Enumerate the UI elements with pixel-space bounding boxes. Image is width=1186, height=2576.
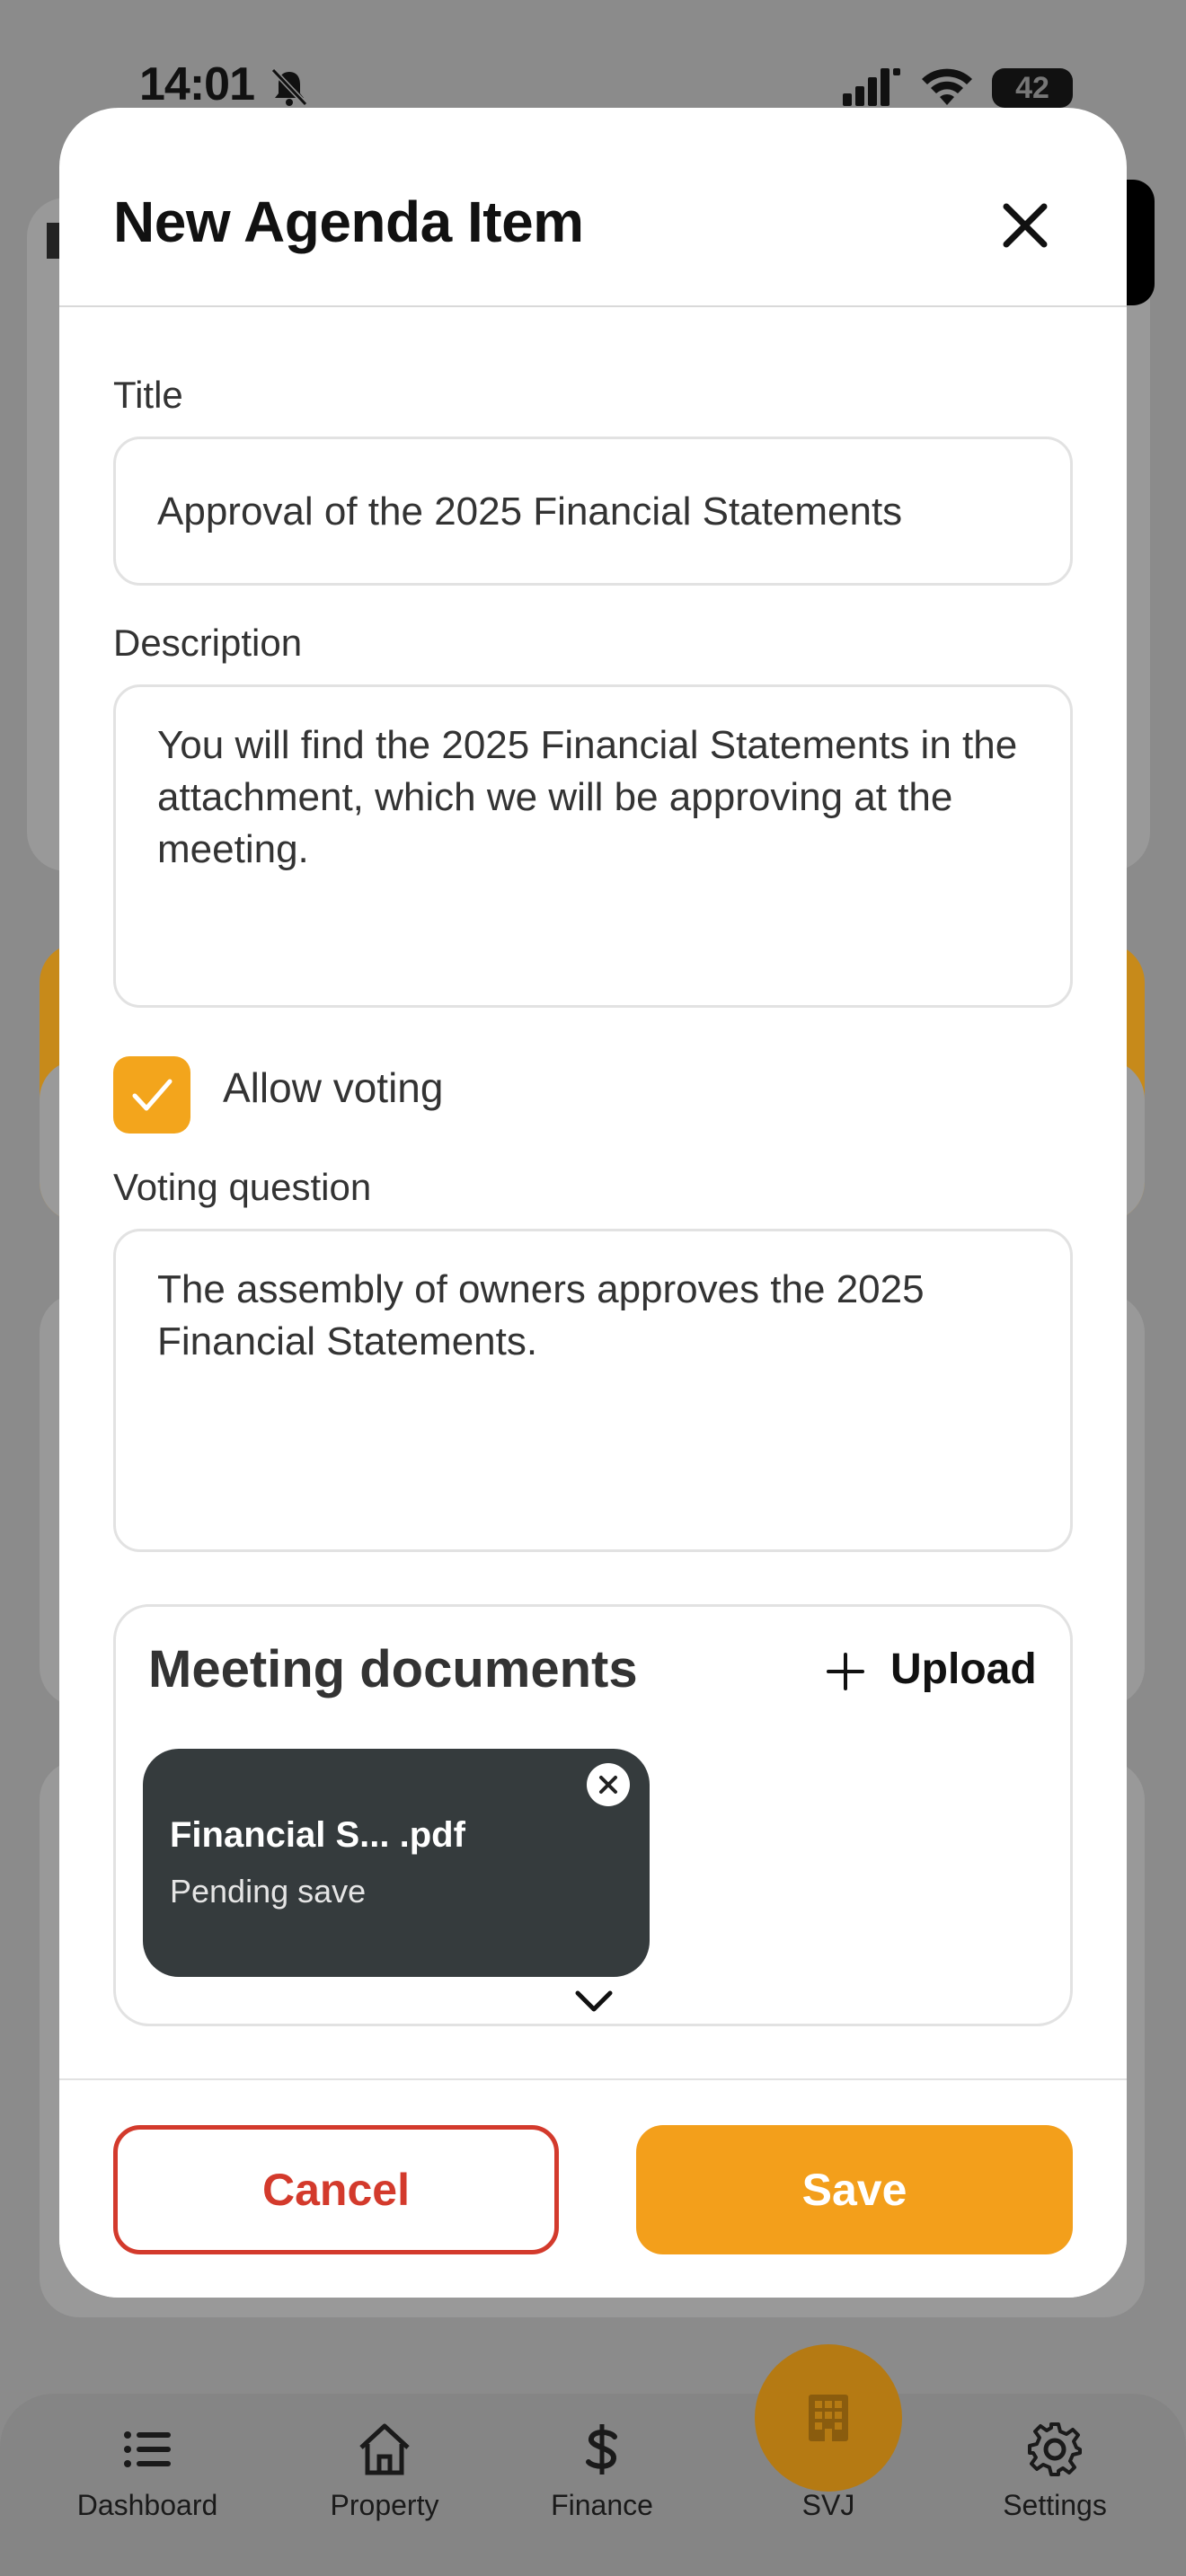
house-icon — [359, 2423, 410, 2475]
allow-voting-checkbox[interactable] — [113, 1056, 190, 1134]
allow-voting-label: Allow voting — [223, 1064, 444, 1111]
battery-indicator: 42 — [992, 68, 1073, 108]
svj-fab-button[interactable] — [755, 2344, 902, 2492]
chevron-down-icon[interactable] — [572, 1988, 615, 2015]
bell-muted-icon — [270, 67, 308, 107]
dollar-icon — [586, 2424, 617, 2475]
meeting-documents-title: Meeting documents — [148, 1640, 638, 1698]
tab-property[interactable]: Property — [295, 2421, 474, 2537]
cancel-button[interactable]: Cancel — [113, 2125, 559, 2254]
voting-question-label: Voting question — [113, 1166, 372, 1208]
voting-question-textarea[interactable]: The assembly of owners approves the 2025… — [113, 1229, 1073, 1552]
list-icon — [124, 2431, 171, 2467]
modal-title: New Agenda Item — [113, 190, 584, 254]
modal-header: New Agenda Item — [59, 108, 1127, 307]
tab-settings[interactable]: Settings — [965, 2421, 1145, 2537]
document-card[interactable]: Financial S... .pdf Pending save — [143, 1749, 650, 1977]
plus-icon — [827, 1653, 864, 1690]
building-icon — [809, 2395, 848, 2441]
wifi-icon — [922, 68, 972, 105]
tab-finance[interactable]: Finance — [512, 2421, 692, 2537]
modal-footer: Cancel Save — [59, 2078, 1127, 2298]
tab-label: Dashboard — [76, 2489, 218, 2521]
tab-label: Finance — [551, 2489, 653, 2521]
close-button[interactable] — [994, 194, 1057, 257]
tab-bar: Dashboard Property Finance SVJ Settings — [0, 2394, 1186, 2576]
gear-icon — [1028, 2422, 1082, 2476]
status-time: 14:01 — [139, 58, 255, 110]
checkmark-icon — [132, 1079, 173, 1111]
tab-label: Property — [330, 2489, 439, 2521]
save-button[interactable]: Save — [636, 2125, 1073, 2254]
tab-label: Settings — [1003, 2489, 1107, 2521]
close-icon — [599, 1776, 617, 1794]
description-textarea[interactable]: You will find the 2025 Financial Stateme… — [113, 684, 1073, 1008]
title-label: Title — [113, 374, 183, 416]
close-icon — [1003, 203, 1048, 248]
description-label: Description — [113, 622, 303, 664]
tab-label: SVJ — [801, 2489, 855, 2521]
document-status: Pending save — [170, 1873, 367, 1910]
meeting-documents-panel: Meeting documents Upload Financial S... … — [113, 1604, 1073, 2026]
upload-label: Upload — [890, 1645, 1037, 1693]
tab-dashboard[interactable]: Dashboard — [58, 2421, 237, 2537]
title-input[interactable]: Approval of the 2025 Financial Statement… — [113, 437, 1073, 586]
remove-document-button[interactable] — [587, 1763, 630, 1806]
new-agenda-item-modal: New Agenda Item Title Approval of the 20… — [59, 108, 1127, 2298]
cellular-signal-icon — [843, 68, 900, 106]
document-name: Financial S... .pdf — [170, 1815, 465, 1855]
